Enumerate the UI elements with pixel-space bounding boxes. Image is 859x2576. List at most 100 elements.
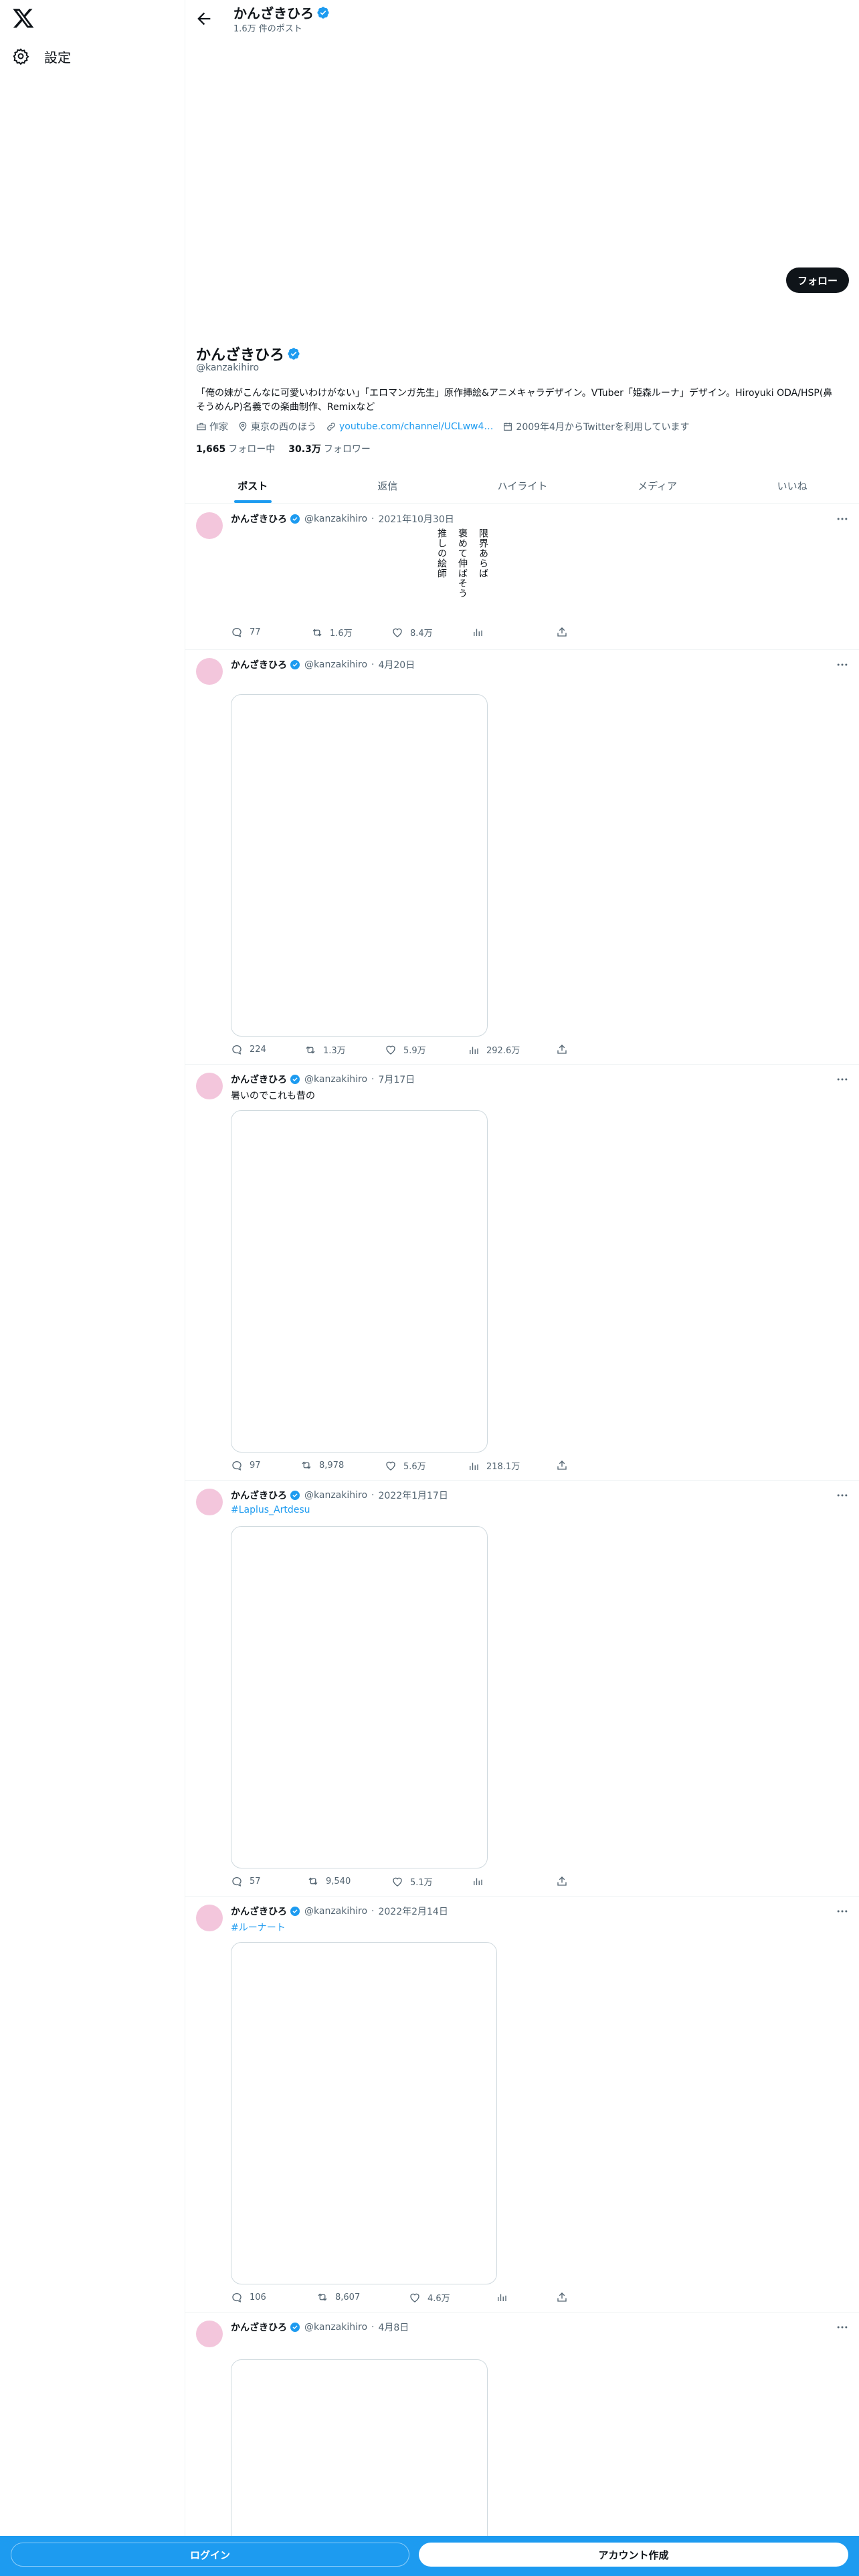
post-author-name[interactable]: かんざきひろ (231, 512, 287, 526)
post-media[interactable] (231, 1942, 497, 2284)
nav-settings[interactable]: 設定 (12, 43, 71, 70)
post-author-name[interactable]: かんざきひろ (231, 1489, 287, 1502)
reply-count: 77 (250, 627, 261, 637)
following-label: フォロー中 (228, 444, 276, 455)
reply-button[interactable]: 97 (231, 1459, 261, 1471)
back-arrow-icon[interactable] (195, 9, 213, 28)
post-date[interactable]: 2021年10月30日 (378, 512, 454, 526)
views-button[interactable] (472, 626, 490, 638)
post[interactable]: かんざきひろ @kanzakihiro · 7月17日 暑いのでこれも昔の 97… (185, 1065, 859, 1481)
post-author-name[interactable]: かんざきひろ (231, 658, 287, 671)
verified-badge-icon (290, 660, 300, 669)
post[interactable]: かんざきひろ @kanzakihiro · 2022年2月14日 #ルーナート … (185, 1897, 859, 2313)
avatar[interactable] (196, 658, 223, 685)
like-button[interactable]: 5.1万 (391, 1875, 433, 1888)
post-separator: · (371, 1906, 375, 1917)
more-options-icon[interactable] (836, 2321, 849, 2334)
like-count: 5.6万 (403, 1462, 426, 1472)
post-media[interactable] (231, 1526, 488, 1868)
repost-button[interactable]: 1.3万 (304, 1043, 346, 1056)
calendar-icon (504, 423, 512, 431)
reply-count: 224 (250, 1044, 266, 1055)
reply-button[interactable]: 106 (231, 2291, 266, 2303)
views-button[interactable]: 218.1万 (468, 1459, 520, 1472)
post-author-handle[interactable]: @kanzakihiro (304, 1906, 367, 1917)
share-button[interactable] (556, 1875, 575, 1887)
repost-button[interactable]: 8,978 (300, 1459, 344, 1471)
meta-location-text: 東京の西のほう (251, 422, 316, 433)
views-button[interactable] (496, 2291, 514, 2303)
avatar[interactable] (196, 512, 223, 539)
reply-button[interactable]: 77 (231, 626, 261, 638)
post-hashtag[interactable]: #Laplus_Artdesu (231, 1505, 310, 1515)
more-options-icon[interactable] (836, 1489, 849, 1502)
tab-media[interactable]: メディア (590, 468, 725, 503)
post[interactable]: かんざきひろ @kanzakihiro · 2021年10月30日 限界あらば … (185, 504, 859, 650)
post-date[interactable]: 2022年1月17日 (378, 1489, 448, 1502)
post-author-handle[interactable]: @kanzakihiro (304, 514, 367, 524)
tab-highlights[interactable]: ハイライト (455, 468, 590, 503)
more-options-icon[interactable] (836, 512, 849, 526)
post-text-vertical: 限界あらば 褒めて伸ばそう 推しの絵師 (231, 528, 490, 599)
following-stat[interactable]: 1,665 フォロー中 (196, 442, 275, 455)
more-options-icon[interactable] (836, 1905, 849, 1918)
followers-stat[interactable]: 30.3万 フォロワー (288, 442, 371, 455)
avatar[interactable] (196, 2321, 223, 2347)
share-button[interactable] (556, 626, 575, 638)
repost-button[interactable]: 8,607 (316, 2291, 360, 2303)
more-options-icon[interactable] (836, 1073, 849, 1086)
post-date[interactable]: 7月17日 (378, 1073, 415, 1086)
left-nav: 設定 (0, 0, 185, 2576)
reply-button[interactable]: 57 (231, 1875, 261, 1887)
create-account-button[interactable]: アカウント作成 (419, 2543, 848, 2567)
repost-icon (318, 2293, 327, 2301)
post-header: かんざきひろ @kanzakihiro · 2022年1月17日 (231, 1489, 448, 1502)
views-button[interactable] (472, 1875, 490, 1887)
post-author-handle[interactable]: @kanzakihiro (304, 659, 367, 670)
profile-handle: @kanzakihiro (196, 362, 260, 373)
more-options-icon[interactable] (836, 658, 849, 671)
login-button[interactable]: ログイン (11, 2543, 409, 2567)
share-button[interactable] (556, 2291, 575, 2303)
follow-button[interactable]: フォロー (786, 267, 849, 293)
post-author-handle[interactable]: @kanzakihiro (304, 1074, 367, 1085)
like-button[interactable]: 5.6万 (385, 1459, 426, 1472)
views-button[interactable]: 292.6万 (468, 1043, 520, 1056)
tab-replies[interactable]: 返信 (320, 468, 456, 503)
meta-link-text[interactable]: youtube.com/channel/UCLww4… (339, 421, 493, 432)
meta-link[interactable]: youtube.com/channel/UCLww4… (326, 421, 493, 432)
post-date[interactable]: 4月20日 (378, 658, 415, 671)
repost-button[interactable]: 1.6万 (311, 626, 353, 639)
like-button[interactable]: 4.6万 (409, 2291, 450, 2304)
post-media[interactable] (231, 694, 488, 1037)
reply-count: 97 (250, 1460, 261, 1471)
repost-button[interactable]: 9,540 (307, 1875, 351, 1887)
post-header: かんざきひろ @kanzakihiro · 7月17日 (231, 1073, 415, 1086)
reply-icon (232, 627, 242, 637)
avatar[interactable] (196, 1489, 223, 1515)
post-author-name[interactable]: かんざきひろ (231, 1073, 287, 1086)
post-hashtag[interactable]: #ルーナート (231, 1921, 286, 1934)
tab-likes[interactable]: いいね (725, 468, 859, 503)
avatar[interactable] (196, 1905, 223, 1931)
like-button[interactable]: 5.9万 (385, 1043, 426, 1056)
avatar[interactable] (196, 1073, 223, 1099)
post-media[interactable] (231, 1110, 488, 1453)
post[interactable]: かんざきひろ @kanzakihiro · 2022年1月17日 #Laplus… (185, 1481, 859, 1897)
post-header: かんざきひろ @kanzakihiro · 2021年10月30日 (231, 512, 454, 526)
post-date[interactable]: 4月8日 (378, 2321, 409, 2334)
post-author-name[interactable]: かんざきひろ (231, 1905, 287, 1918)
tab-posts[interactable]: ポスト (185, 468, 320, 503)
x-logo-icon[interactable] (12, 7, 35, 29)
post-count: 1.6万 件のポスト (233, 24, 302, 34)
nav-settings-label: 設定 (44, 49, 71, 66)
post-author-name[interactable]: かんざきひろ (231, 2321, 287, 2334)
like-button[interactable]: 8.4万 (391, 626, 433, 639)
share-button[interactable] (556, 1459, 575, 1471)
share-button[interactable] (556, 1043, 575, 1055)
post-author-handle[interactable]: @kanzakihiro (304, 2322, 367, 2333)
post[interactable]: かんざきひろ @kanzakihiro · 4月20日 224 1.3万 5.9… (185, 650, 859, 1065)
post-date[interactable]: 2022年2月14日 (378, 1905, 448, 1918)
reply-button[interactable]: 224 (231, 1043, 266, 1055)
post-author-handle[interactable]: @kanzakihiro (304, 1490, 367, 1501)
